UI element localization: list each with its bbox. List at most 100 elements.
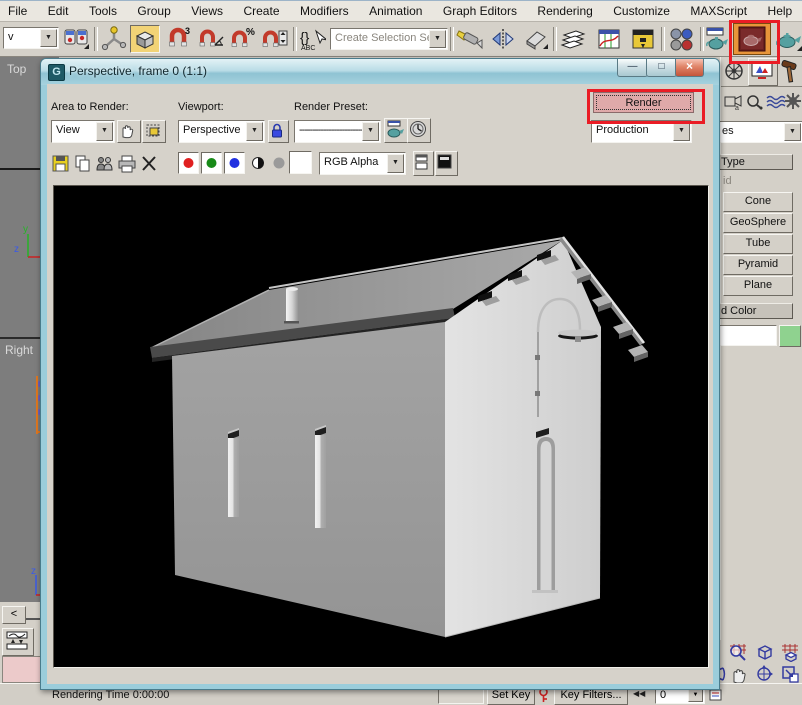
chevron-down-icon[interactable]: ▼ [688, 688, 703, 702]
menu-edit[interactable]: Edit [40, 1, 77, 18]
chevron-down-icon[interactable]: ▼ [246, 122, 263, 141]
menu-help[interactable]: Help [760, 1, 801, 18]
place-highlight-button[interactable] [455, 25, 483, 53]
curve-editor-button[interactable] [595, 25, 623, 53]
maxscript-mini-listener-pink[interactable] [2, 656, 42, 683]
object-type-rollout[interactable]: Type [717, 154, 793, 170]
pan-view-button[interactable] [728, 664, 750, 684]
zoom-all-button[interactable] [728, 642, 750, 662]
chevron-down-icon[interactable]: ▼ [673, 122, 690, 141]
menu-rendering[interactable]: Rendering [529, 1, 600, 18]
material-spheres-icon [667, 25, 695, 53]
chevron-down-icon[interactable]: ▼ [429, 30, 446, 48]
spinner-snap-toggle-button[interactable] [261, 25, 289, 53]
chevron-down-icon[interactable]: ▼ [387, 154, 404, 173]
name-color-rollout[interactable]: d Color [717, 303, 793, 319]
track-bar-left-button[interactable]: < [2, 606, 26, 624]
clear-color-swatch[interactable] [289, 151, 312, 174]
zoom-extents-button[interactable] [754, 642, 776, 662]
blue-dot-icon [225, 153, 244, 173]
lock-viewport-button[interactable] [268, 120, 289, 143]
save-image-button[interactable] [51, 154, 73, 174]
snaps-toggle-3d-button[interactable]: 3 [165, 25, 193, 53]
sub-region-pan-button[interactable] [117, 120, 141, 143]
minimize-button[interactable]: — [617, 59, 648, 77]
material-editor-button[interactable] [667, 25, 695, 53]
named-selection-set-combo[interactable]: Create Selection Set ▼ [330, 28, 448, 50]
menu-create[interactable]: Create [235, 1, 287, 18]
menu-maxscript[interactable]: MAXScript [682, 1, 755, 18]
area-to-render-combo[interactable]: View ▼ [51, 120, 115, 143]
render-window-title-bar[interactable]: G Perspective, frame 0 (1:1) — □ × [41, 59, 719, 85]
utilities-tab[interactable] [779, 59, 801, 83]
zoom-extents-all-button[interactable] [780, 642, 802, 662]
mini-curve-editor-button[interactable] [2, 628, 34, 656]
blue-channel-button[interactable] [224, 152, 245, 174]
maximize-button[interactable]: □ [646, 59, 677, 77]
alpha-channel-button[interactable] [248, 152, 268, 174]
mirror-button[interactable] [489, 25, 517, 53]
selection-filter-combo[interactable]: v ▼ [3, 27, 59, 49]
primitives-dropdown[interactable]: es ▼ [717, 121, 802, 143]
menu-tools[interactable]: Tools [81, 1, 125, 18]
align-button[interactable] [521, 25, 549, 53]
object-button-cone[interactable]: Cone [723, 192, 793, 212]
edit-named-selection-sets-button[interactable]: {}ABC [298, 25, 326, 53]
angle-snap-toggle-button[interactable] [197, 25, 225, 53]
flashlight-icon [455, 25, 483, 53]
layer-manager-button[interactable] [559, 25, 587, 53]
category-cameras-icon[interactable]: a [723, 93, 743, 111]
render-preset-combo[interactable]: ------------------------ ▼ [294, 120, 381, 143]
render-mode-value: Production [596, 124, 673, 136]
menu-graph-editors[interactable]: Graph Editors [435, 1, 525, 18]
red-channel-button[interactable] [178, 152, 199, 174]
viewport-label-right[interactable]: Right [5, 343, 33, 357]
chevron-down-icon[interactable]: ▼ [784, 123, 801, 141]
arc-rotate-button[interactable] [754, 664, 776, 684]
close-button[interactable]: × [675, 59, 704, 77]
layer-channel-button[interactable] [413, 151, 434, 176]
render-setup-dialog-button[interactable] [384, 118, 408, 143]
schematic-view-button[interactable] [629, 25, 657, 53]
object-name-field[interactable] [717, 325, 777, 346]
menu-file[interactable]: File [0, 1, 35, 18]
edit-region-button[interactable] [142, 120, 166, 143]
object-button-tube[interactable]: Tube [723, 234, 793, 254]
go-to-start-button[interactable]: ◀◀ [633, 689, 645, 698]
object-button-plane[interactable]: Plane [723, 276, 793, 296]
object-button-geosphere[interactable]: GeoSphere [723, 213, 793, 233]
chevron-down-icon[interactable]: ▼ [40, 29, 57, 47]
clone-window-button[interactable] [95, 154, 117, 174]
copy-icon [73, 154, 93, 173]
object-button-pyramid[interactable]: Pyramid [723, 255, 793, 275]
clear-image-button[interactable] [140, 154, 160, 174]
print-image-button[interactable] [117, 154, 139, 174]
mirror-icon [489, 25, 517, 53]
render-setup-button[interactable] [703, 25, 731, 53]
environment-effects-button[interactable] [407, 118, 431, 143]
toggle-ui-button[interactable] [435, 151, 458, 176]
menu-modifiers[interactable]: Modifiers [292, 1, 357, 18]
rendered-image-viewport[interactable] [53, 185, 709, 668]
maximize-viewport-toggle-button[interactable] [780, 664, 802, 684]
monochrome-button[interactable] [269, 152, 289, 174]
select-and-link-button[interactable] [62, 25, 90, 53]
chevron-down-icon[interactable]: ▼ [362, 122, 379, 141]
chevron-down-icon[interactable]: ▼ [96, 122, 113, 141]
green-channel-button[interactable] [201, 152, 222, 174]
menu-group[interactable]: Group [129, 1, 178, 18]
copy-image-button[interactable] [73, 154, 95, 174]
menu-views[interactable]: Views [183, 1, 231, 18]
window-crossing-toggle-button[interactable] [130, 25, 160, 53]
menu-animation[interactable]: Animation [361, 1, 430, 18]
menu-customize[interactable]: Customize [605, 1, 678, 18]
motion-tab[interactable] [724, 61, 744, 81]
category-helpers-icon[interactable] [745, 93, 765, 111]
category-systems-icon[interactable] [783, 91, 802, 111]
viewport-label-top[interactable]: Top [7, 62, 26, 76]
percent-snap-toggle-button[interactable]: % [229, 25, 257, 53]
viewport-combo[interactable]: Perspective ▼ [178, 120, 265, 143]
object-color-swatch[interactable] [779, 325, 801, 347]
channel-display-combo[interactable]: RGB Alpha ▼ [319, 152, 406, 175]
select-and-manipulate-button[interactable] [100, 25, 128, 53]
